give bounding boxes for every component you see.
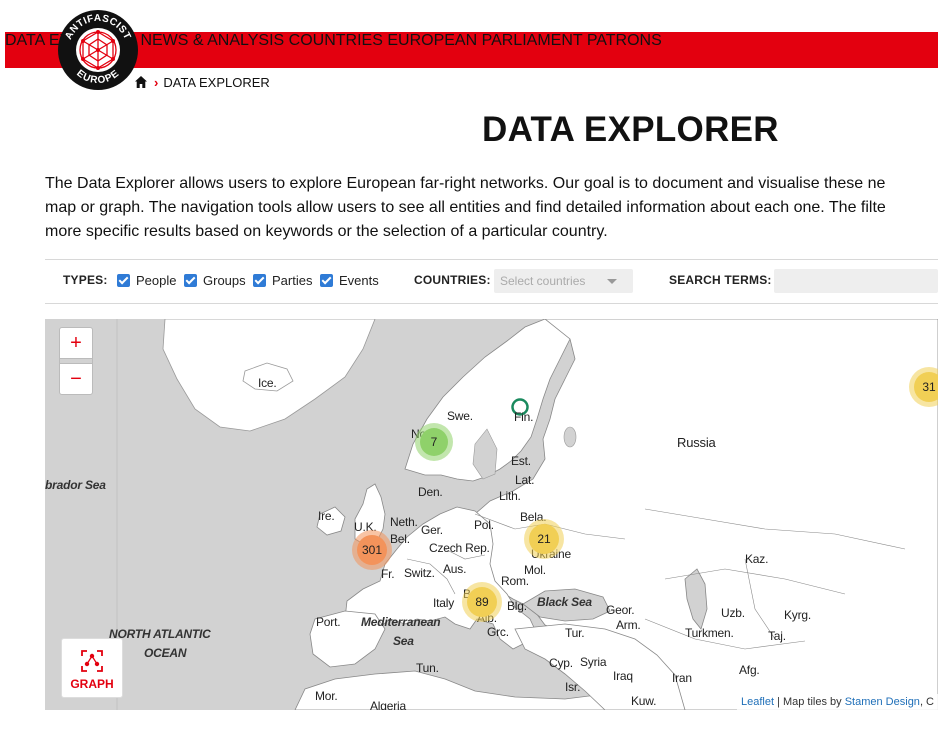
intro-text: The Data Explorer allows users to explor… (45, 172, 938, 244)
zoom-control: + − (59, 327, 93, 395)
intro-line: more specific results based on keywords … (45, 223, 608, 240)
map-label: Sea (393, 634, 414, 648)
map-label: Blg. (507, 599, 527, 613)
map-label: Fr. (381, 567, 395, 581)
map-label: Tun. (416, 661, 439, 675)
map-label: Syria (580, 655, 607, 669)
map-label: Est. (511, 454, 531, 468)
map-label: Iraq (613, 669, 633, 683)
intro-line: map or graph. The navigation tools allow… (45, 199, 886, 216)
map-label: Aus. (443, 562, 467, 576)
graph-network-icon (81, 650, 103, 672)
graph-button-label: GRAPH (70, 677, 114, 691)
map-label: Kaz. (745, 552, 769, 566)
map-label: Iran (672, 671, 692, 685)
breadcrumb-chevron-icon: › (154, 74, 159, 90)
map-label: Mor. (315, 689, 338, 703)
graph-view-button[interactable]: GRAPH (61, 638, 123, 698)
leaflet-link[interactable]: Leaflet (741, 696, 774, 708)
checkbox-checked-icon (184, 274, 197, 287)
map-label: Ire. (318, 509, 335, 523)
map-label: Grc. (487, 625, 509, 639)
map-label: Arm. (616, 618, 641, 632)
map-label: Pol. (474, 518, 494, 532)
map-label: Ger. (421, 523, 443, 537)
checkbox-checked-icon (253, 274, 266, 287)
map-label: Uzb. (721, 606, 745, 620)
map-label: Swe. (447, 409, 473, 423)
nav-news-analysis[interactable]: NEWS & ANALYSIS (140, 32, 284, 49)
map-label: Geor. (606, 603, 635, 617)
map-label: Tur. (565, 626, 585, 640)
map-label: Rom. (501, 574, 529, 588)
countries-label: COUNTRIES: (414, 273, 491, 287)
nav-european-parliament[interactable]: EUROPEAN PARLIAMENT (387, 32, 582, 49)
type-parties-checkbox[interactable]: Parties (253, 273, 312, 288)
map-label: Ice. (258, 376, 277, 390)
map-label: Bel. (390, 532, 410, 546)
intro-line: The Data Explorer allows users to explor… (45, 175, 886, 192)
home-icon[interactable] (134, 75, 148, 89)
zoom-in-button[interactable]: + (60, 328, 92, 358)
cluster-marker-norway[interactable]: 7 (415, 423, 453, 461)
map-label: Czech Rep. (429, 541, 490, 555)
cluster-marker-balkans[interactable]: 89 (462, 582, 502, 622)
map-label: Italy (433, 596, 455, 610)
type-events-checkbox[interactable]: Events (320, 273, 379, 288)
page-title: DATA EXPLORER (482, 110, 779, 149)
map-attribution: Leaflet | Map tiles by Stamen Design, C (736, 694, 938, 710)
map-label: Lat. (515, 473, 535, 487)
cluster-marker-ukraine[interactable]: 21 (524, 519, 564, 559)
map-label: Lith. (499, 489, 521, 503)
countries-select[interactable]: Select countries (494, 269, 633, 293)
map-label: Algeria (370, 699, 406, 710)
logo-emblem-icon: ANTIFASCIST EUROPE (58, 10, 138, 90)
map-label: Switz. (404, 566, 435, 580)
map-label: Port. (316, 615, 341, 629)
filter-bar: TYPES: People Groups Parties Events COUN… (45, 259, 938, 304)
cluster-marker-uk[interactable]: 301 (352, 530, 392, 570)
nav-patrons[interactable]: PATRONS (587, 32, 662, 49)
map-label: OCEAN (144, 646, 187, 660)
countries-placeholder: Select countries (500, 274, 586, 288)
map-label: Mediterranean (361, 615, 441, 629)
map-label: Turkmen. (685, 626, 734, 640)
top-nav-bar: DATA EXPLORER NEWS & ANALYSIS COUNTRIES … (5, 32, 938, 68)
map-label: Den. (418, 485, 443, 499)
map-label: Russia (677, 435, 716, 450)
checkbox-checked-icon (117, 274, 130, 287)
map-label: Kuw. (631, 694, 657, 708)
search-input[interactable] (774, 269, 938, 293)
types-label: TYPES: (63, 273, 108, 287)
map-label: Cyp. (549, 656, 573, 670)
zoom-out-button[interactable]: − (60, 364, 92, 394)
nav-countries[interactable]: COUNTRIES (289, 32, 383, 49)
stamen-link[interactable]: Stamen Design (845, 696, 920, 708)
type-groups-checkbox[interactable]: Groups (184, 273, 246, 288)
map-label: NORTH ATLANTIC (109, 627, 211, 641)
map-label: Neth. (390, 515, 418, 529)
map-label: Taj. (768, 629, 786, 643)
map-label: Kyrg. (784, 608, 812, 622)
map-view[interactable]: Ice. Nor. Swe. Fin. Russia Est. Lat. Lit… (45, 319, 938, 710)
attribution-separator: | Map tiles by (774, 696, 845, 708)
checkbox-checked-icon (320, 274, 333, 287)
map-label: Isr. (565, 680, 581, 694)
chevron-down-icon (607, 279, 617, 284)
map-label: Fin. (514, 410, 534, 424)
search-label: SEARCH TERMS: (669, 273, 772, 287)
breadcrumb-current: DATA EXPLORER (163, 74, 270, 90)
attribution-tail: , C (919, 696, 934, 708)
map-label: Afg. (739, 663, 760, 677)
type-people-checkbox[interactable]: People (117, 273, 176, 288)
breadcrumb: › DATA EXPLORER (134, 73, 270, 91)
site-logo[interactable]: ANTIFASCIST EUROPE (57, 9, 139, 91)
map-label: Black Sea (537, 595, 592, 609)
map-label: brador Sea (45, 478, 106, 492)
